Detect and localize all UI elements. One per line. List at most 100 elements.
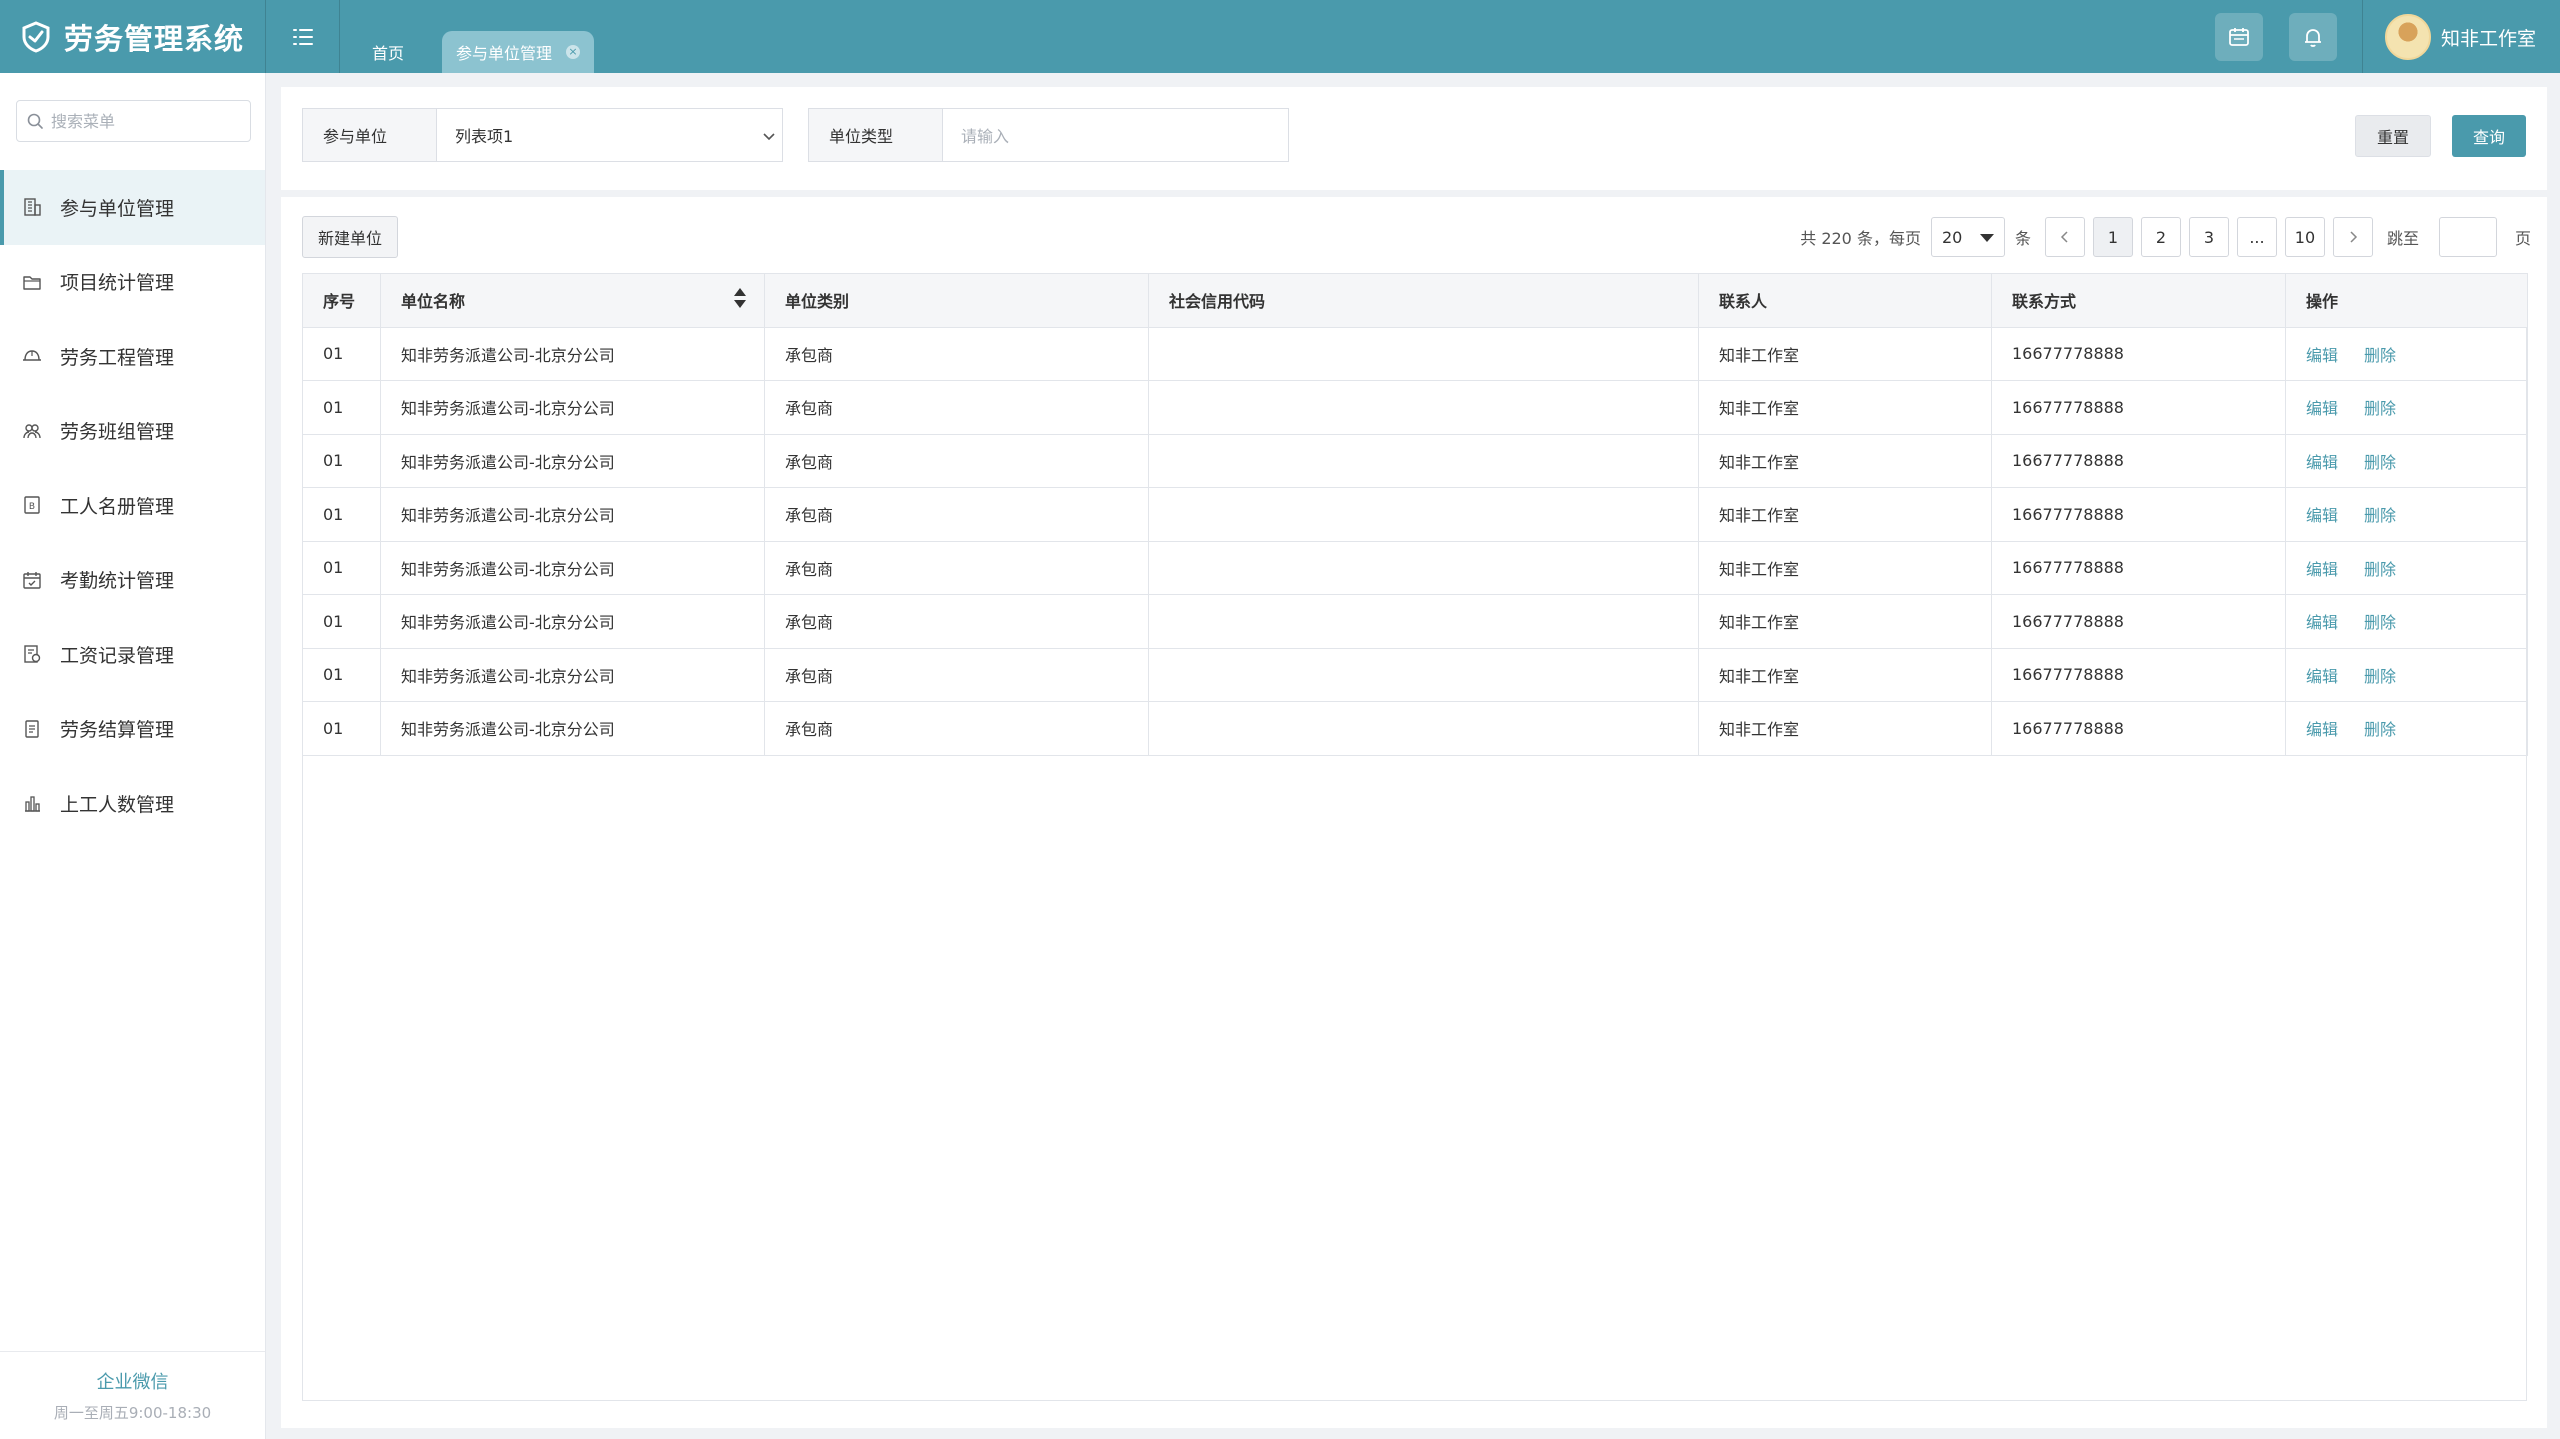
page-button[interactable]: 10 [2284, 217, 2325, 257]
delete-button[interactable]: 删除 [2364, 720, 2396, 739]
menu-toggle-button[interactable] [266, 0, 340, 73]
wecom-link[interactable]: 企业微信 [0, 1368, 265, 1394]
sidebar-item-headcount[interactable]: 上工人数管理 [0, 766, 265, 841]
column-header: 操作 [2285, 273, 2528, 328]
sidebar-item-labor-engineering[interactable]: 劳务工程管理 [0, 319, 265, 394]
roster-icon: B [24, 496, 40, 514]
delete-button[interactable]: 删除 [2364, 613, 2396, 632]
cell-contact: 知非工作室 [1698, 380, 1992, 435]
cell-unit-name-link[interactable]: 知非劳务派遣公司-北京分公司 [380, 433, 765, 488]
page-button[interactable]: 2 [2140, 217, 2181, 257]
column-header: 单位类别 [764, 273, 1149, 328]
cell-unit-name-link[interactable]: 知非劳务派遣公司-北京分公司 [380, 540, 765, 595]
cell-unit-name-link[interactable]: 知非劳务派遣公司-北京分公司 [380, 594, 765, 649]
cell-phone: 16677778888 [1991, 380, 2286, 435]
cell-unit-name-link[interactable]: 知非劳务派遣公司-北京分公司 [380, 487, 765, 542]
app-logo[interactable]: 劳务管理系统 [0, 0, 266, 73]
delete-button[interactable]: 删除 [2364, 453, 2396, 472]
building-icon [24, 198, 41, 216]
cell-unit-name-link[interactable]: 知非劳务派遣公司-北京分公司 [380, 701, 765, 756]
cell-phone: 16677778888 [1991, 594, 2286, 649]
edit-button[interactable]: 编辑 [2306, 720, 2338, 739]
sidebar-item-team-management[interactable]: 劳务班组管理 [0, 394, 265, 469]
sidebar-item-label: 工资记录管理 [60, 644, 175, 667]
edit-button[interactable]: 编辑 [2306, 346, 2338, 365]
sidebar-item-label: 工人名册管理 [60, 495, 175, 518]
cell-credit-code [1148, 647, 1699, 702]
table-row: 01 知非劳务派遣公司-北京分公司 承包商 知非工作室 16677778888 编辑 删除 [302, 433, 2528, 488]
cell-actions: 编辑 删除 [2285, 647, 2528, 702]
unit-filter: 参与单位 列表项1 [302, 108, 783, 162]
total-count: 共 220 条，每页 [1800, 229, 1921, 248]
edit-button[interactable]: 编辑 [2306, 399, 2338, 418]
table-header-row: 序号 单位名称 单位类别 社会信用代码 联系人 联系方式 操作 [302, 273, 2528, 328]
unit-select-value: 列表项1 [455, 127, 514, 146]
cell-credit-code [1148, 380, 1699, 435]
pagination: 共 220 条，每页 20 条 1 2 3 ... 10 跳至 页 [1794, 216, 2537, 258]
cell-unit-name-link[interactable]: 知非劳务派遣公司-北京分公司 [380, 380, 765, 435]
unit-select[interactable]: 列表项1 [437, 109, 782, 161]
sidebar-item-attendance-stats[interactable]: 考勤统计管理 [0, 543, 265, 618]
delete-button[interactable]: 删除 [2364, 506, 2396, 525]
next-page-button[interactable] [2332, 217, 2373, 257]
cell-phone: 16677778888 [1991, 487, 2286, 542]
sidebar-item-settlement[interactable]: 劳务结算管理 [0, 692, 265, 767]
delete-button[interactable]: 删除 [2364, 399, 2396, 418]
page-button[interactable]: 1 [2092, 217, 2133, 257]
sidebar-item-worker-roster[interactable]: B 工人名册管理 [0, 468, 265, 543]
chevron-right-icon [2350, 231, 2358, 243]
edit-button[interactable]: 编辑 [2306, 667, 2338, 686]
cell-category: 承包商 [764, 487, 1149, 542]
jump-page-input[interactable] [2438, 217, 2497, 257]
cell-actions: 编辑 删除 [2285, 540, 2528, 595]
cell-unit-name-link[interactable]: 知非劳务派遣公司-北京分公司 [380, 647, 765, 702]
cell-phone: 16677778888 [1991, 540, 2286, 595]
column-header-sortable[interactable]: 单位名称 [380, 273, 765, 328]
type-filter-label: 单位类型 [809, 109, 943, 161]
column-header: 联系方式 [1991, 273, 2286, 328]
tab-unit-management[interactable]: 参与单位管理 × [442, 31, 595, 73]
cell-category: 承包商 [764, 594, 1149, 649]
delete-button[interactable]: 删除 [2364, 346, 2396, 365]
cell-contact: 知非工作室 [1698, 647, 1992, 702]
page-size-select[interactable]: 20 [1930, 217, 2005, 257]
edit-button[interactable]: 编辑 [2306, 613, 2338, 632]
sidebar-item-label: 参与单位管理 [60, 197, 175, 220]
sidebar-item-unit-management[interactable]: 参与单位管理 [0, 170, 265, 245]
cell-actions: 编辑 删除 [2285, 487, 2528, 542]
cell-contact: 知非工作室 [1698, 540, 1992, 595]
shield-logo-icon [22, 20, 50, 53]
reset-button[interactable]: 重置 [2355, 115, 2431, 157]
cell-category: 承包商 [764, 647, 1149, 702]
cell-contact: 知非工作室 [1698, 326, 1992, 381]
tab-home[interactable]: 首页 [340, 31, 436, 73]
page-button[interactable]: 3 [2188, 217, 2229, 257]
close-circle-icon[interactable]: × [566, 45, 581, 59]
notification-button[interactable] [2289, 13, 2337, 61]
menu-search[interactable] [16, 100, 251, 142]
delete-button[interactable]: 删除 [2364, 667, 2396, 686]
delete-button[interactable]: 删除 [2364, 560, 2396, 579]
calendar-check-icon [23, 571, 41, 589]
new-unit-button[interactable]: 新建单位 [302, 216, 398, 258]
unit-filter-label: 参与单位 [303, 109, 437, 161]
prev-page-button[interactable] [2044, 217, 2085, 257]
sidebar-item-project-stats[interactable]: 项目统计管理 [0, 245, 265, 320]
filter-panel: 参与单位 列表项1 单位类型 请输入 重置 查询 [281, 87, 2547, 190]
page-ellipsis[interactable]: ... [2236, 217, 2277, 257]
cell-phone: 16677778888 [1991, 647, 2286, 702]
tab-home-label: 首页 [372, 44, 405, 63]
cell-unit-name-link[interactable]: 知非劳务派遣公司-北京分公司 [380, 326, 765, 381]
menu-search-input[interactable] [51, 111, 241, 131]
sort-icon[interactable] [734, 288, 746, 312]
edit-button[interactable]: 编辑 [2306, 453, 2338, 472]
cell-category: 承包商 [764, 326, 1149, 381]
user-menu[interactable]: 知非工作室 [2385, 13, 2536, 61]
edit-button[interactable]: 编辑 [2306, 506, 2338, 525]
sidebar-item-payroll-records[interactable]: 工资记录管理 [0, 617, 265, 692]
type-input[interactable]: 请输入 [943, 109, 1288, 161]
calendar-button[interactable] [2215, 13, 2263, 61]
edit-button[interactable]: 编辑 [2306, 560, 2338, 579]
page-size-unit: 条 [2014, 229, 2031, 248]
query-button[interactable]: 查询 [2452, 115, 2526, 157]
